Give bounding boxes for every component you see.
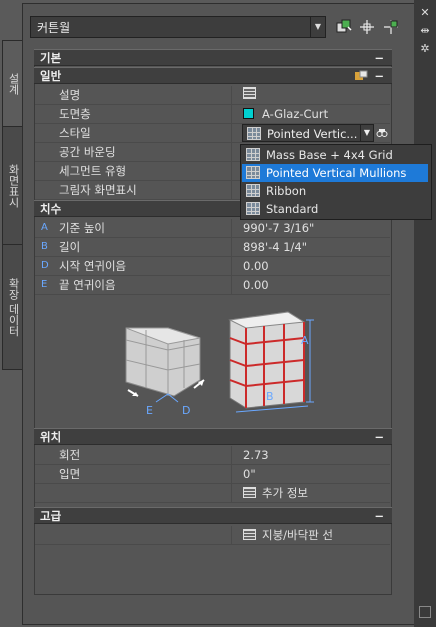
prop-row[interactable]: E 끝 연귀이음 0.00 [35,276,390,295]
dim-letter: A [41,222,48,233]
prop-row[interactable]: A 기준 높이 990'-7 3/16" [35,219,390,238]
section-advanced[interactable]: 고급 − [34,507,392,524]
grid-icon [246,166,260,179]
prop-row[interactable]: D 시작 연귀이음 0.00 [35,257,390,276]
auto-hide-icon[interactable]: ⇹ [417,24,433,38]
tab-design-label: 설계 [7,73,20,95]
dim-letter: E [41,279,48,290]
collapse-icon[interactable]: − [374,429,384,446]
dim-letter: D [41,260,49,271]
grid-icon [246,148,260,161]
prop-row[interactable]: 설명 [35,86,390,105]
prop-label: 세그먼트 유형 [59,164,127,178]
quick-select-icon[interactable] [335,18,353,36]
prop-label: 공간 바운딩 [59,145,116,159]
palette-icon [419,606,431,618]
section-basic[interactable]: 기본 − [34,49,392,66]
grid-icon [246,184,260,197]
section-location-title: 위치 [40,430,62,444]
section-advanced-title: 고급 [40,509,62,523]
grid-icon [247,127,261,140]
prop-row[interactable]: 입면 0" [35,465,390,484]
curtain-wall-illustration: A B [228,311,314,413]
roof-floor-line-button[interactable]: 지붕/바닥판 선 [243,526,333,544]
collapse-icon[interactable]: − [374,68,384,85]
additional-info-button[interactable]: 추가 정보 [243,484,308,502]
style-select[interactable]: Pointed Vertic... ▼ [242,124,374,142]
section-basic-title: 기본 [40,51,62,65]
prop-value[interactable]: 0.00 [243,276,269,294]
settings-icon[interactable]: ✲ [417,42,433,56]
quick-properties-icon[interactable] [354,70,368,82]
palette-title-strip: ✕ ⇹ ✲ 특성 [414,0,436,627]
prop-label: 시작 연귀이음 [59,259,127,273]
diagram-label-e: E [146,404,153,417]
prop-row[interactable]: 회전 2.73 [35,446,390,465]
prop-label: 끝 연귀이음 [59,278,116,292]
prop-label: 입면 [59,467,81,481]
prop-row[interactable]: B 길이 898'-4 1/4" [35,238,390,257]
miter-corner-illustration: E D [125,327,205,417]
dropdown-option-selected[interactable]: Pointed Vertical Mullions [242,164,428,182]
tab-design[interactable]: 설계 [2,40,23,128]
prop-label: 설명 [59,88,81,102]
section-general-title: 일반 [40,69,62,83]
prop-value[interactable]: 0.00 [243,257,269,275]
dropdown-option[interactable]: Ribbon [242,182,428,200]
close-icon[interactable]: ✕ [417,6,433,20]
layer-value: A-Glaz-Curt [262,107,329,121]
chevron-down-icon: ▼ [360,125,373,141]
description-icon[interactable] [243,86,256,104]
dropdown-option[interactable]: Mass Base + 4x4 Grid Above [242,146,428,180]
prop-label: 도면층 [59,107,91,121]
tab-extended-data[interactable]: 확장 데이터 [2,244,23,370]
section-dimensions-title: 치수 [40,202,62,216]
tab-display[interactable]: 화면표시 [2,126,23,246]
prop-label: 회전 [59,448,81,462]
diagram-label-a: A [301,334,309,347]
style-dropdown-list[interactable]: Mass Base + 4x4 Grid Above Pointed Verti… [240,144,432,220]
dim-letter: B [41,241,48,252]
prop-label: 스타일 [59,126,91,140]
tab-extended-data-label: 확장 데이터 [7,277,20,337]
prop-value[interactable]: 2.73 [243,446,269,464]
prop-value[interactable]: 898'-4 1/4" [243,238,307,256]
grid-icon [246,202,260,215]
worksheet-icon [243,529,256,540]
prop-label: 기준 높이 [59,221,105,235]
prop-label: 그림자 화면표시 [59,183,137,197]
prop-row[interactable]: 지붕/바닥판 선 [35,526,390,545]
prop-value[interactable]: 0" [243,465,256,483]
collapse-icon[interactable]: − [374,50,384,67]
select-objects-icon[interactable] [382,18,400,36]
worksheet-icon [243,487,256,498]
diagram-label-d: D [182,404,190,417]
layer-swatch [243,108,254,119]
chevron-down-icon: ▼ [310,17,325,37]
object-type-value: 커튼월 [37,21,71,35]
collapse-icon[interactable]: − [374,508,384,525]
prop-row[interactable]: 도면층 A-Glaz-Curt [35,105,390,124]
section-location[interactable]: 위치 − [34,428,392,445]
section-general[interactable]: 일반 − [34,67,392,84]
tab-display-label: 화면표시 [7,164,20,208]
prop-row[interactable]: 추가 정보 [35,484,390,503]
style-browser-icon[interactable] [376,127,388,139]
prop-label: 길이 [59,240,81,254]
prop-value[interactable]: 990'-7 3/16" [243,219,314,237]
style-value: Pointed Vertic... [267,127,358,141]
diagram-label-b: B [266,390,274,403]
toggle-pickadd-icon[interactable] [358,18,376,36]
dropdown-option[interactable]: Standard [242,200,428,218]
object-type-select[interactable]: 커튼월 ▼ [30,16,326,38]
curtain-wall-diagram: E D A B [125,311,314,417]
